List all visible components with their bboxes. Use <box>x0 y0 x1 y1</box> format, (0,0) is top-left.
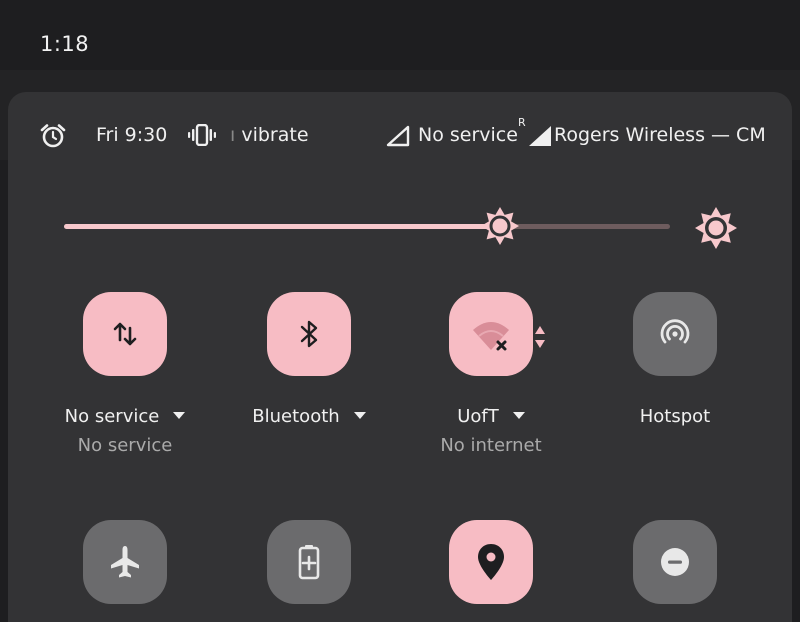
airplane-icon <box>111 546 139 578</box>
brightness-thumb-icon[interactable] <box>480 206 520 246</box>
tile-battery-saver[interactable] <box>224 520 394 604</box>
tile-mobile-data[interactable]: No service No service <box>40 292 210 456</box>
ringer-mode-label: vibrate <box>241 124 309 146</box>
tile-mobile-data-button[interactable] <box>83 292 167 376</box>
tile-hotspot-label: Hotspot <box>639 406 711 427</box>
hotspot-icon <box>660 319 690 344</box>
location-icon <box>478 544 504 580</box>
quick-settings-info-row: Fri 9:30 ı vibrate No service R Rogers W… <box>8 92 792 182</box>
next-alarm-text[interactable]: Fri 9:30 <box>96 124 167 146</box>
tile-label: No service <box>65 406 186 427</box>
sim-status-text: No service <box>418 124 518 146</box>
battery-saver-icon <box>298 545 320 580</box>
mobile-data-icon <box>113 322 137 346</box>
roaming-indicator: R <box>518 116 526 129</box>
tile-mobile-data-status: No service <box>77 435 173 456</box>
alarm-clock-icon[interactable] <box>40 123 66 149</box>
caret-down-icon[interactable] <box>173 412 186 419</box>
ringer-mode-text[interactable]: ı vibrate <box>230 124 309 146</box>
status-bar-clock: 1:18 <box>40 32 90 56</box>
bluetooth-icon <box>300 320 318 348</box>
tile-wifi-button[interactable] <box>449 292 533 376</box>
caret-down-icon[interactable] <box>512 412 525 419</box>
caret-down-icon[interactable] <box>353 412 366 419</box>
quick-settings-panel: Fri 9:30 ı vibrate No service R Rogers W… <box>8 92 792 622</box>
tile-battery-saver-button[interactable] <box>267 520 351 604</box>
tile-bluetooth[interactable]: Bluetooth <box>224 292 394 435</box>
tile-airplane-button[interactable] <box>83 520 167 604</box>
tile-wifi-label: UofT <box>457 406 499 427</box>
vibrate-icon[interactable] <box>188 124 216 146</box>
screen: 1:18 Fri 9:30 ı vibrate No service R Rog… <box>0 0 800 622</box>
do-not-disturb-icon <box>661 548 689 576</box>
brightness-slider-track[interactable] <box>64 224 670 229</box>
carrier-name-text: Rogers Wireless — CMCC <box>554 124 764 146</box>
separator-dot: ı <box>230 124 242 146</box>
wifi-activity-icon <box>535 326 545 348</box>
tile-dnd-button[interactable] <box>633 520 717 604</box>
no-signal-icon <box>386 125 410 147</box>
tile-mobile-data-label: No service <box>64 406 160 427</box>
tile-location-button[interactable] <box>449 520 533 604</box>
tile-do-not-disturb[interactable] <box>590 520 760 604</box>
brightness-icon[interactable] <box>694 206 738 250</box>
tile-bluetooth-button[interactable] <box>267 292 351 376</box>
tile-label: Bluetooth <box>252 406 366 427</box>
tile-bluetooth-label: Bluetooth <box>252 406 340 427</box>
tile-hotspot-button[interactable] <box>633 292 717 376</box>
wifi-no-internet-icon <box>473 322 509 351</box>
tile-location[interactable] <box>406 520 576 604</box>
tile-wifi-status: No internet <box>440 435 542 456</box>
tile-wifi[interactable]: UofT No internet <box>406 292 576 456</box>
signal-strength-icon <box>529 126 551 146</box>
tile-label: UofT <box>457 406 525 427</box>
brightness-slider-fill <box>64 224 500 229</box>
tile-airplane-mode[interactable] <box>40 520 210 604</box>
tile-label: Hotspot <box>640 406 710 427</box>
tile-hotspot[interactable]: Hotspot <box>590 292 760 435</box>
